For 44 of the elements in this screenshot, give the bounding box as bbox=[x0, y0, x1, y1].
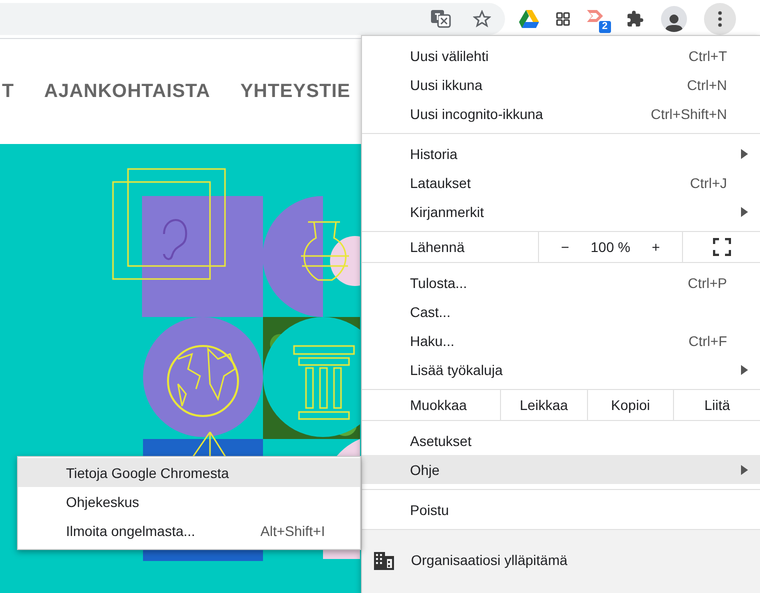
menu-item[interactable]: Lisää työkaluja bbox=[362, 355, 760, 384]
edit-button[interactable]: Kopioi bbox=[588, 390, 674, 420]
zoom-label: Lähennä bbox=[362, 232, 539, 262]
zoom-in-button[interactable]: + bbox=[650, 239, 662, 255]
menu-item[interactable]: Tulosta... Ctrl+P bbox=[362, 268, 760, 297]
menu-item[interactable]: Poistu bbox=[362, 495, 760, 524]
edit-button[interactable]: Liitä bbox=[674, 390, 760, 420]
building-icon bbox=[374, 552, 394, 570]
menu-icon[interactable] bbox=[704, 3, 736, 35]
menu-item[interactable]: Ohjekeskus bbox=[18, 487, 360, 516]
nav-link[interactable]: AJANKOHTAISTA bbox=[44, 80, 210, 102]
extension-badge: 2 bbox=[599, 21, 611, 33]
zoom-out-button[interactable]: − bbox=[559, 239, 572, 255]
puzzle-icon[interactable] bbox=[626, 10, 644, 28]
shortcut-label: Ctrl+F bbox=[688, 332, 727, 348]
nav-link[interactable]: T bbox=[2, 80, 14, 102]
shortcut-label: Alt+Shift+I bbox=[260, 522, 325, 538]
menu-item[interactable]: Cast... bbox=[362, 297, 760, 326]
profile-avatar[interactable] bbox=[661, 6, 687, 32]
shortcut-label: Ctrl+J bbox=[690, 174, 727, 190]
menu-item[interactable]: Asetukset bbox=[362, 426, 760, 455]
zoom-level: 100 % bbox=[590, 239, 630, 255]
menu-item[interactable]: Historia bbox=[362, 139, 760, 168]
menu-item[interactable]: Tietoja Google Chromesta bbox=[18, 458, 360, 487]
menu-item[interactable]: Kirjanmerkit bbox=[362, 197, 760, 226]
nav-link[interactable]: YHTEYSTIE bbox=[240, 80, 350, 102]
shortcut-label: Ctrl+P bbox=[688, 274, 727, 290]
menu-item[interactable]: Lataukset Ctrl+J bbox=[362, 168, 760, 197]
translate-icon[interactable] bbox=[431, 10, 451, 28]
shortcut-label: Ctrl+N bbox=[686, 76, 727, 92]
managed-notice: Organisaatiosi ylläpitämä bbox=[411, 552, 568, 568]
grid-icon[interactable] bbox=[556, 12, 570, 26]
shortcut-label: Ctrl+T bbox=[688, 48, 727, 64]
menu-item[interactable]: Ohje bbox=[362, 455, 760, 484]
edit-button[interactable]: Leikkaa bbox=[501, 390, 588, 420]
drive-icon[interactable] bbox=[519, 10, 539, 28]
menu-item[interactable]: Uusi välilehti Ctrl+T bbox=[362, 41, 760, 70]
star-icon[interactable] bbox=[473, 10, 491, 28]
menu-item[interactable]: Uusi ikkuna Ctrl+N bbox=[362, 70, 760, 99]
menu-item[interactable]: Uusi incognito-ikkuna Ctrl+Shift+N bbox=[362, 99, 760, 128]
menu-item[interactable]: Haku... Ctrl+F bbox=[362, 326, 760, 355]
menu-item[interactable]: Ilmoita ongelmasta... Alt+Shift+I bbox=[18, 516, 360, 545]
shortcut-label: Ctrl+Shift+N bbox=[650, 106, 727, 122]
edit-label: Muokkaa bbox=[362, 390, 501, 420]
